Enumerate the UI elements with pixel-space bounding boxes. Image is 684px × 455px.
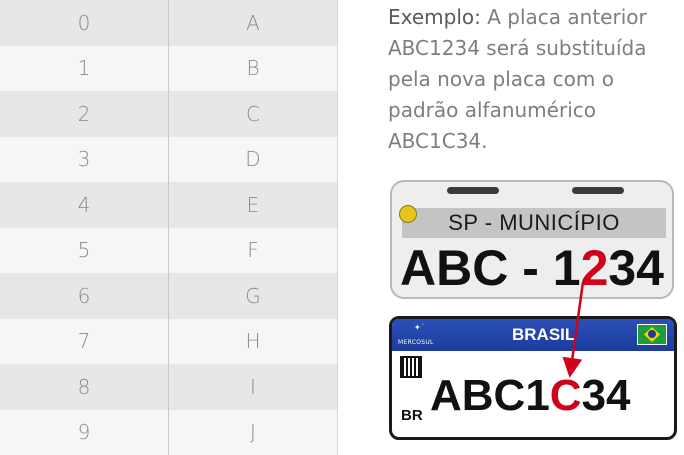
conversion-arrow-icon [562, 281, 585, 378]
